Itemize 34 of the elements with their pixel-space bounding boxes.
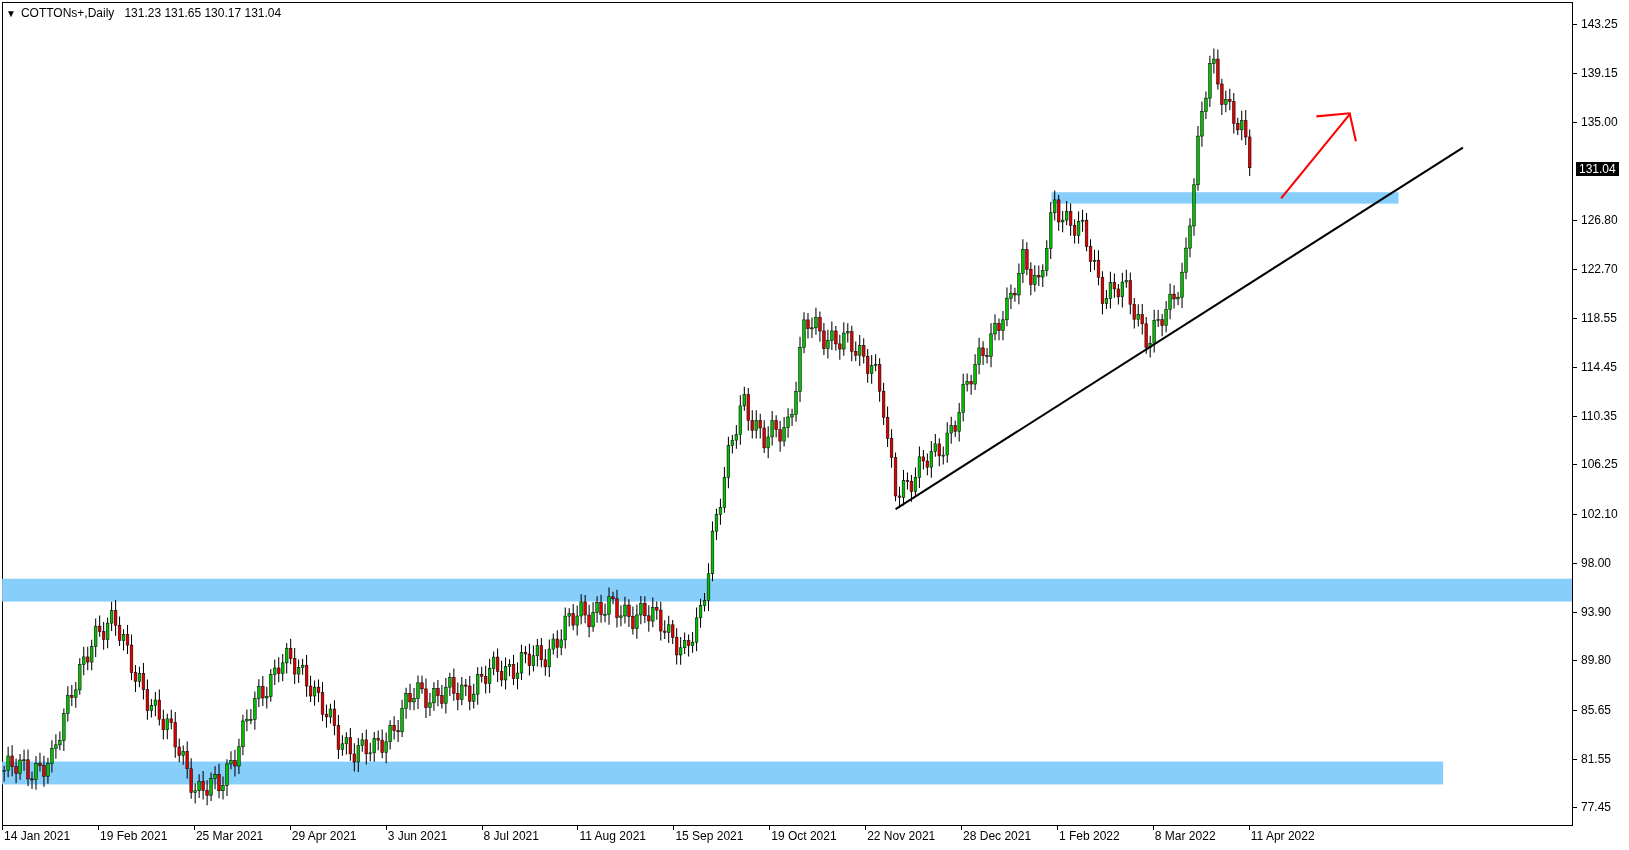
date-label: 15 Sep 2021 — [675, 829, 744, 843]
price-label: 118.55 — [1581, 311, 1617, 325]
date-label: 11 Aug 2021 — [579, 829, 646, 843]
price-label: 89.80 — [1581, 653, 1612, 668]
current-price-label: 131.04 — [1576, 162, 1619, 177]
price-label: 102.10 — [1581, 506, 1618, 521]
symbol-label: COTTONs+,Daily — [20, 5, 115, 22]
date-label: 28 Dec 2021 — [963, 829, 1032, 843]
price-label: 98.00 — [1581, 555, 1612, 570]
price-label: 135.00 — [1581, 115, 1618, 130]
date-label: 1 Feb 2022 — [1058, 829, 1120, 843]
price-label: 106.25 — [1581, 457, 1618, 472]
price-label: 77.45 — [1581, 800, 1612, 815]
price-label: 110.35 — [1581, 408, 1617, 423]
date-label: 8 Mar 2022 — [1154, 829, 1216, 843]
price-label: 93.90 — [1581, 604, 1612, 619]
date-label: 25 Mar 2021 — [195, 829, 264, 843]
ohlc-values: 131.23 131.65 130.17 131.04 — [124, 5, 282, 22]
date-label: 11 Apr 2022 — [1250, 829, 1315, 843]
price-label: 85.65 — [1581, 702, 1612, 717]
price-label: 143.25 — [1581, 16, 1618, 31]
date-label: 29 Apr 2021 — [291, 829, 357, 843]
date-label: 19 Oct 2021 — [771, 829, 837, 843]
price-label: 114.45 — [1581, 359, 1617, 374]
dropdown-arrow[interactable]: ▼ — [6, 5, 16, 21]
price-label: 139.15 — [1581, 65, 1618, 80]
price-label: 122.70 — [1581, 261, 1618, 276]
date-label: 14 Jan 2021 — [4, 829, 71, 843]
date-label: 3 Jun 2021 — [387, 829, 448, 843]
date-label: 19 Feb 2021 — [99, 829, 168, 843]
price-label: 126.80 — [1581, 212, 1618, 227]
price-label: 81.55 — [1581, 751, 1612, 766]
date-label: 22 Nov 2021 — [867, 829, 936, 843]
date-label: 8 Jul 2021 — [483, 829, 539, 843]
